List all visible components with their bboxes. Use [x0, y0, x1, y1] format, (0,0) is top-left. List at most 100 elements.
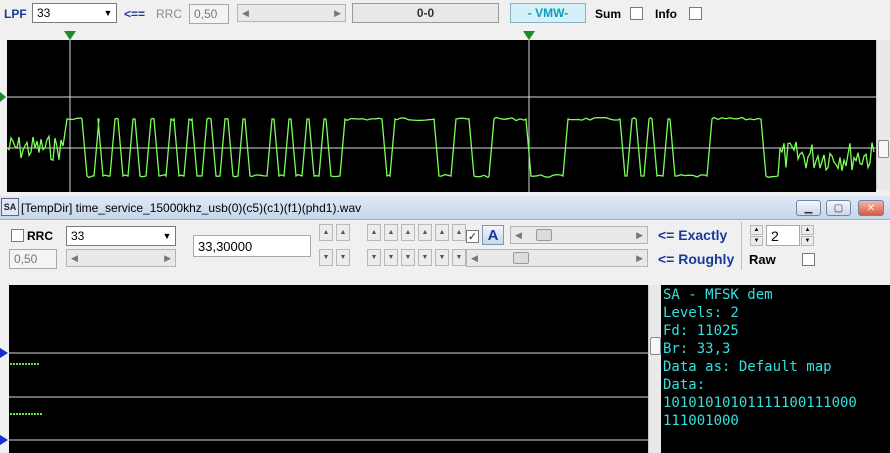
scroll-right-icon[interactable]: ▶ — [636, 253, 643, 264]
symbol-dot — [31, 413, 33, 415]
divider — [741, 222, 742, 270]
spin-up-icon[interactable]: ▲ — [384, 224, 398, 241]
dropdown-arrow-icon[interactable]: ▼ — [100, 8, 116, 18]
exactly-label[interactable]: <= Exactly — [658, 227, 727, 243]
bitstream-display[interactable] — [0, 285, 648, 453]
close-icon[interactable]: ✕ — [858, 200, 884, 216]
marker-triangle-icon — [523, 31, 535, 40]
symbol-dot — [25, 363, 27, 365]
sum-checkbox[interactable] — [630, 7, 643, 20]
waveform-vscrollbar[interactable] — [876, 40, 890, 190]
vscroll-thumb[interactable] — [878, 140, 889, 158]
marker-triangle-icon — [0, 348, 8, 358]
spin-down-icon[interactable]: ▼ — [435, 249, 449, 266]
top-hscrollbar[interactable]: ◀ ▶ — [237, 4, 346, 22]
scroll-right-icon[interactable]: ▶ — [334, 8, 341, 19]
symbol-dot — [37, 363, 39, 365]
spin-up-icon[interactable]: ▲ — [452, 224, 466, 241]
spin-up-icon[interactable]: ▲ — [418, 224, 432, 241]
dropdown-arrow-icon[interactable]: ▼ — [159, 231, 175, 241]
window-title: [TempDir] time_service_15000khz_usb(0)(c… — [21, 201, 362, 215]
output-line: Levels: 2 — [663, 305, 739, 321]
scroll-right-icon[interactable]: ▶ — [636, 230, 643, 241]
spin-up-icon[interactable]: ▲ — [750, 225, 763, 235]
output-line: SA - MFSK dem — [663, 287, 773, 303]
scroll-right-icon[interactable]: ▶ — [164, 253, 171, 264]
app-window: LPF 33 ▼ <== RRC 0,50 ◀ ▶ 0-0 - VMW- Sum… — [0, 0, 890, 453]
symbol-dot — [34, 413, 36, 415]
spin-down-icon[interactable]: ▼ — [319, 249, 333, 266]
info-checkbox[interactable] — [689, 7, 702, 20]
bitstream-vscrollbar[interactable] — [648, 285, 661, 453]
scroll-left-icon[interactable]: ◀ — [515, 230, 522, 241]
info-label: Info — [655, 7, 677, 21]
marker-triangle-icon — [0, 92, 6, 102]
symbol-dot — [13, 363, 15, 365]
baud-rate-input[interactable]: 33,30000 — [193, 235, 311, 257]
child-window-titlebar[interactable]: SA [TempDir] time_service_15000khz_usb(0… — [0, 196, 890, 220]
spin-down-icon[interactable]: ▼ — [401, 249, 415, 266]
scroll-left-icon[interactable]: ◀ — [71, 253, 78, 264]
symbol-dot — [10, 413, 12, 415]
output-line: Data: — [663, 377, 706, 393]
raw-label: Raw — [749, 252, 776, 267]
lpf-combo[interactable]: 33 ▼ — [32, 3, 117, 23]
marker-triangle-icon — [64, 31, 76, 40]
maximize-icon[interactable]: ▢ — [826, 200, 851, 216]
symbol-dot — [19, 363, 21, 365]
lpf-label: LPF — [4, 7, 27, 21]
exact-slider[interactable]: ◀ ▶ — [510, 226, 648, 244]
spin-up-icon[interactable]: ▲ — [336, 224, 350, 241]
rrc-label: RRC — [156, 7, 182, 21]
output-line: 10101010101111100111000 — [663, 395, 857, 411]
mode-indicator[interactable]: - VMW- — [510, 3, 586, 23]
spin-up-icon[interactable]: ▲ — [367, 224, 381, 241]
spin-down-icon[interactable]: ▼ — [336, 249, 350, 266]
spin-up-icon[interactable]: ▲ — [319, 224, 333, 241]
center-readout: 0-0 — [352, 3, 499, 23]
spin-up-icon[interactable]: ▲ — [401, 224, 415, 241]
symbol-dot — [22, 363, 24, 365]
spin-down-icon[interactable]: ▼ — [418, 249, 432, 266]
symbol-dot — [40, 413, 42, 415]
symbol-dot — [28, 413, 30, 415]
spin-down-icon[interactable]: ▼ — [750, 236, 763, 246]
symbol-dot — [16, 363, 18, 365]
exact-slider-thumb[interactable] — [536, 229, 552, 241]
rrc-checkbox[interactable] — [11, 229, 24, 242]
raw-checkbox[interactable] — [802, 253, 815, 266]
levels-input[interactable]: 2 — [766, 225, 800, 246]
symbol-trace-lower — [10, 413, 42, 415]
symbol-dot — [13, 413, 15, 415]
decoder-output-panel: SA - MFSK dem Levels: 2 Fd: 11025 Br: 33,3 D… — [661, 285, 890, 453]
font-a-icon[interactable]: A — [482, 225, 504, 245]
symbol-dot — [31, 363, 33, 365]
spin-up-icon[interactable]: ▲ — [801, 225, 814, 235]
rrc-value-field-2[interactable]: 0,50 — [9, 249, 57, 269]
output-line: Data as: Default map — [663, 359, 832, 375]
arrow-label: <== — [124, 7, 146, 21]
waveform-display[interactable] — [0, 28, 876, 192]
vscroll-thumb[interactable] — [650, 337, 661, 355]
roughly-label[interactable]: <= Roughly — [658, 251, 734, 267]
filter-combo[interactable]: 33 ▼ — [66, 226, 176, 246]
rough-slider[interactable]: ◀ ▶ — [466, 249, 648, 267]
symbol-dot — [28, 363, 30, 365]
spin-down-icon[interactable]: ▼ — [452, 249, 466, 266]
spin-down-icon[interactable]: ▼ — [801, 236, 814, 246]
spin-down-icon[interactable]: ▼ — [384, 249, 398, 266]
scroll-left-icon[interactable]: ◀ — [242, 8, 249, 19]
auto-checkbox[interactable]: ✓ — [466, 230, 479, 243]
scroll-left-icon[interactable]: ◀ — [471, 253, 478, 264]
minimize-icon[interactable]: ▁ — [796, 200, 821, 216]
spin-up-icon[interactable]: ▲ — [435, 224, 449, 241]
output-line: Fd: 11025 — [663, 323, 739, 339]
symbol-dot — [22, 413, 24, 415]
spin-down-icon[interactable]: ▼ — [367, 249, 381, 266]
marker-triangle-icon — [0, 435, 8, 445]
output-line: Br: 33,3 — [663, 341, 731, 357]
rrc-value-field[interactable]: 0,50 — [189, 4, 229, 24]
filter-hscrollbar[interactable]: ◀ ▶ — [66, 249, 176, 267]
rough-slider-thumb[interactable] — [513, 252, 529, 264]
symbol-dot — [34, 363, 36, 365]
